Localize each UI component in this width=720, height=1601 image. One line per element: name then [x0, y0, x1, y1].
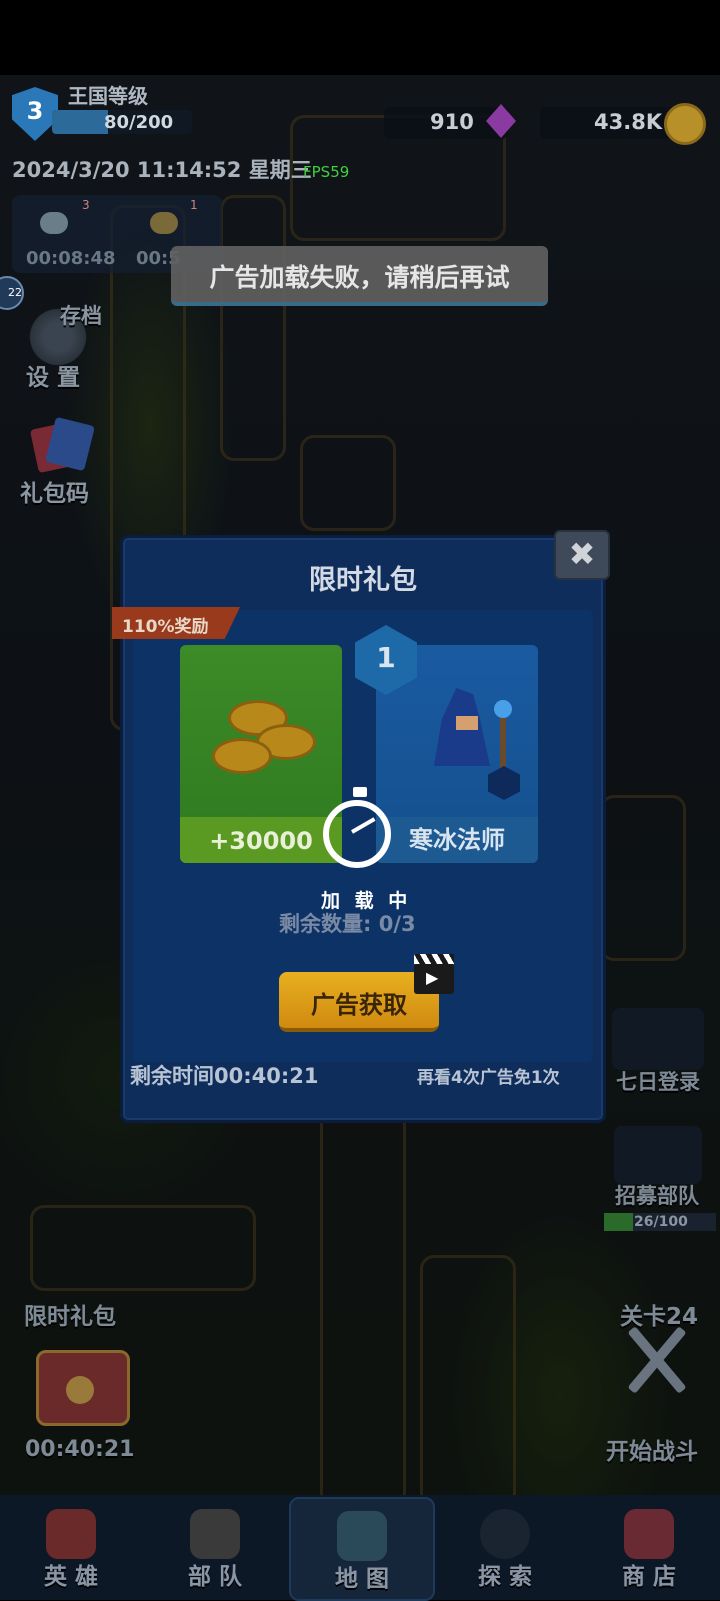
- limited-gift-label: 限时礼包: [24, 1304, 116, 1330]
- nav-hero[interactable]: 英 雄: [0, 1497, 142, 1597]
- bonus-ribbon-text: 110%奖励: [122, 617, 209, 637]
- seven-day-login-button[interactable]: 七日登录: [616, 1066, 700, 1096]
- ice-mage-face: [456, 716, 478, 730]
- nav-hero-label: 英 雄: [43, 1564, 98, 1590]
- hero-name: 寒冰法师: [409, 826, 505, 854]
- recruit-progress-text: 26/100: [634, 1214, 688, 1230]
- gold-count: 43.8K: [594, 110, 663, 134]
- shop-icon: [624, 1509, 674, 1559]
- gift-box-icon[interactable]: [612, 1008, 704, 1070]
- gem-count: 910: [430, 110, 474, 134]
- time-left: 剩余时间00:40:21: [130, 1064, 319, 1088]
- nav-explore-label: 探 索: [477, 1564, 532, 1590]
- staff-gem: [494, 700, 512, 718]
- save-button[interactable]: 存档: [60, 300, 102, 330]
- stopwatch-icon: [323, 800, 391, 868]
- explore-icon: [480, 1509, 530, 1559]
- chest-bubble-icon[interactable]: [150, 212, 178, 234]
- hero-level: 1: [376, 641, 396, 674]
- timer1: 00:08:48: [26, 248, 116, 269]
- clapperboard-icon: ▶: [414, 954, 454, 994]
- timer2-badge: 1: [190, 198, 198, 212]
- nav-troops[interactable]: 部 队: [144, 1497, 286, 1597]
- kingdom-exp-fill: [52, 110, 108, 134]
- timer1-badge: 3: [82, 198, 90, 212]
- fps-counter: FPS59: [303, 163, 350, 181]
- crossed-swords-icon[interactable]: [620, 1320, 690, 1394]
- map-icon: [337, 1511, 387, 1561]
- kingdom-level-label: 王国等级: [68, 84, 148, 108]
- recruit-troops-button[interactable]: 招募部队: [615, 1180, 699, 1210]
- stopwatch-knob: [353, 787, 367, 797]
- close-button[interactable]: ✖: [554, 530, 610, 580]
- start-battle-button[interactable]: 开始战斗: [606, 1432, 698, 1466]
- ad-hint: 再看4次广告免1次: [417, 1068, 560, 1088]
- recruit-cards-icon[interactable]: [614, 1126, 702, 1184]
- dialog-title: 限时礼包: [309, 565, 417, 596]
- kingdom-exp-text: 80/200: [104, 112, 174, 133]
- toast-text: 广告加载失败，请稍后再试: [209, 263, 510, 292]
- nav-shop-label: 商 店: [621, 1564, 676, 1590]
- nav-shop[interactable]: 商 店: [578, 1497, 720, 1597]
- troops-icon: [190, 1509, 240, 1559]
- chest-lock-icon: [66, 1376, 94, 1404]
- side-count: 22: [8, 286, 22, 299]
- settings-button[interactable]: 设 置: [26, 358, 80, 392]
- hero-icon: [46, 1509, 96, 1559]
- gift-code-button[interactable]: 礼包码: [20, 474, 89, 508]
- recruit-progress-fill: [604, 1213, 634, 1231]
- remaining-quantity: 剩余数量: 0/3: [279, 912, 416, 936]
- chat-bubble-icon[interactable]: [40, 212, 68, 234]
- bonus-ribbon: 110%奖励: [112, 607, 240, 639]
- gold-reward-amount: +30000: [209, 827, 313, 855]
- gold-coin-icon: [664, 103, 706, 145]
- datetime: 2024/3/20 11:14:52 星期三: [12, 158, 312, 182]
- close-icon: ✖: [568, 535, 596, 573]
- gold-pile-coin: [212, 738, 272, 774]
- nav-map[interactable]: 地 图: [289, 1497, 435, 1601]
- gift-code-icon[interactable]: [24, 415, 98, 475]
- limited-gift-timer: 00:40:21: [25, 1437, 135, 1462]
- nav-troops-label: 部 队: [187, 1564, 242, 1590]
- nav-map-label: 地 图: [334, 1566, 389, 1592]
- nav-explore[interactable]: 探 索: [434, 1497, 576, 1597]
- toast-message: 广告加载失败，请稍后再试: [171, 246, 548, 306]
- status-bar: [0, 0, 720, 75]
